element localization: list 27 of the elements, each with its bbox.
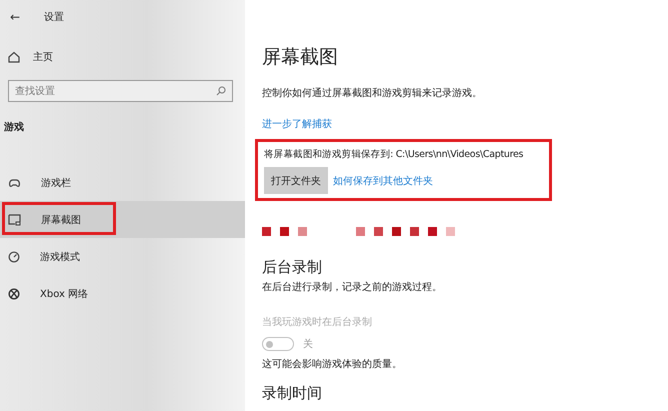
screen-capture-icon	[8, 214, 21, 226]
nav-item[interactable]: 游戏模式	[0, 238, 245, 275]
nav-item[interactable]: 屏幕截图	[0, 201, 245, 238]
page-title: 屏幕截图	[262, 45, 339, 70]
open-folder-button[interactable]: 打开文件夹	[264, 167, 328, 194]
nav-item[interactable]: 游戏栏	[0, 164, 245, 201]
xbox-icon	[8, 288, 20, 300]
controller-icon	[8, 176, 21, 188]
search-icon	[216, 86, 226, 96]
section-heading: 游戏	[4, 120, 25, 134]
nav-item[interactable]: Xbox 网络	[0, 275, 245, 312]
home-link[interactable]: 主页	[33, 50, 53, 64]
section-title: 录制时间	[262, 384, 323, 403]
learn-more-link[interactable]: 进一步了解捕获	[262, 117, 332, 131]
page-description: 控制你如何通过屏幕截图和游戏剪辑来记录游戏。	[262, 86, 483, 100]
save-path-text: 将屏幕截图和游戏剪辑保存到: C:\Users\nn\Videos\Captures	[264, 148, 524, 161]
back-button[interactable]: ←	[10, 10, 20, 24]
warning-note: 这可能会影响游戏体验的质量。	[262, 358, 403, 371]
section-title: 后台录制	[262, 258, 323, 277]
help-link[interactable]: 如何保存到其他文件夹	[333, 174, 433, 188]
home-icon	[8, 51, 20, 63]
toggle-state-label: 关	[303, 338, 313, 351]
window-title: 设置	[44, 10, 64, 24]
setting-label: 当我玩游戏时在后台录制	[262, 316, 373, 329]
section-description: 在后台进行录制，记录之前的游戏过程。	[262, 280, 443, 294]
gauge-icon	[8, 250, 20, 262]
search-field[interactable]: 查找设置	[8, 80, 233, 102]
